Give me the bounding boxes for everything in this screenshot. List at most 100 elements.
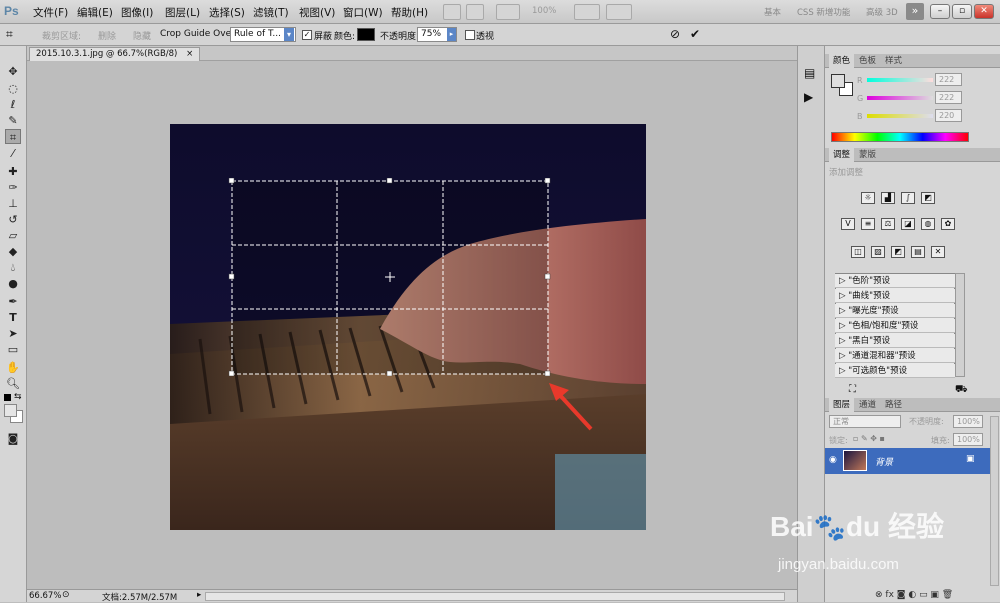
preset-curves[interactable]: ▷ "曲线"预设 (835, 289, 955, 303)
pen-tool-icon[interactable]: ✒ (5, 294, 21, 309)
menu-filter[interactable]: 滤镜(T) (253, 5, 289, 20)
invert-icon[interactable]: ◫ (851, 246, 865, 258)
layer-opacity-input[interactable]: 100% (953, 415, 983, 428)
layers-scrollbar[interactable] (990, 416, 999, 586)
layer-name[interactable]: 背景 (875, 455, 893, 468)
channel-g-input[interactable]: 222 (935, 91, 962, 104)
threshold-icon[interactable]: ◩ (891, 246, 905, 258)
tab-styles[interactable]: 样式 (881, 54, 906, 68)
screen-mode-button[interactable] (606, 4, 632, 20)
lock-icons[interactable]: ▫ ✎ ✥ ▪ (853, 434, 885, 443)
lasso-tool-icon[interactable]: ℓ (5, 97, 21, 112)
minimize-button[interactable]: – (930, 4, 950, 19)
menu-image[interactable]: 图像(I) (121, 5, 153, 20)
fill-input[interactable]: 100% (953, 433, 983, 446)
menu-window[interactable]: 窗口(W) (343, 5, 383, 20)
channel-r-input[interactable]: 222 (935, 73, 962, 86)
arrange-documents-button[interactable] (574, 4, 600, 20)
brush-tool-icon[interactable]: ✑ (5, 180, 21, 195)
menu-edit[interactable]: 编辑(E) (77, 5, 113, 20)
eyedropper-tool-icon[interactable]: ⁄ (5, 146, 21, 161)
commit-icon[interactable]: ✔ (690, 27, 700, 41)
levels-icon[interactable]: ▟ (881, 192, 895, 204)
blend-mode-select[interactable]: 正常 (829, 415, 901, 428)
crop-box[interactable] (228, 178, 552, 376)
menu-help[interactable]: 帮助(H) (391, 5, 428, 20)
tab-layers[interactable]: 图层 (829, 398, 855, 412)
tab-paths[interactable]: 路径 (881, 398, 906, 412)
color-spectrum[interactable] (831, 132, 969, 142)
shield-checkbox[interactable]: ✓ (302, 30, 312, 40)
cancel-icon[interactable]: ⊘ (670, 27, 680, 41)
menu-select[interactable]: 选择(S) (209, 5, 245, 20)
horizontal-scrollbar[interactable] (205, 592, 785, 601)
eraser-tool-icon[interactable]: ▱ (5, 228, 21, 243)
selective-color-icon[interactable]: ✕ (931, 246, 945, 258)
quick-select-tool-icon[interactable]: ✎ (5, 113, 21, 128)
zoom-tool-icon[interactable]: 🔍︎ (5, 376, 21, 391)
channel-b-slider[interactable] (867, 114, 933, 118)
channel-b-input[interactable]: 220 (935, 109, 962, 122)
history-panel-icon[interactable]: ▤ (804, 66, 815, 80)
quick-mask-icon[interactable]: ◙ (5, 431, 21, 446)
menu-layer[interactable]: 图层(L) (165, 5, 200, 20)
preset-scrollbar[interactable] (955, 273, 965, 377)
gradient-map-icon[interactable]: ▤ (911, 246, 925, 258)
workspace-essentials[interactable]: 基本 (764, 6, 781, 18)
minibridge-button[interactable] (466, 4, 484, 20)
guide-overlay-select[interactable]: Rule of T... ▾ (230, 27, 296, 42)
clip-icon[interactable]: ⛟ (955, 384, 968, 397)
hand-tool-icon[interactable]: ✋ (5, 360, 21, 375)
clone-stamp-icon[interactable]: ⊥ (5, 196, 21, 211)
restore-button[interactable]: ▫ (952, 4, 972, 19)
delete-radio[interactable]: 删除 (98, 29, 116, 42)
document-tab[interactable]: 2015.10.3.1.jpg @ 66.7%(RGB/8) × (29, 47, 201, 61)
preset-hue-saturation[interactable]: ▷ "色相/饱和度"预设 (835, 319, 955, 333)
workspace-new-in-cs5[interactable]: CSS 新增功能 (797, 6, 850, 18)
menu-view[interactable]: 视图(V) (299, 5, 335, 20)
marquee-tool-icon[interactable]: ◌ (5, 81, 21, 96)
posterize-icon[interactable]: ▨ (871, 246, 885, 258)
status-zoom[interactable]: 66.67% (29, 591, 61, 601)
paint-bucket-icon[interactable]: ◆ (5, 244, 21, 259)
tab-color[interactable]: 颜色 (829, 54, 855, 68)
move-tool-icon[interactable]: ✥ (5, 64, 21, 79)
layer-footer-icons[interactable]: ⊗ fx ◙ ◐ ▭ ▣ 🗑︎ (875, 590, 953, 600)
crop-tool-icon[interactable]: ⌗ (5, 129, 21, 144)
tab-masks[interactable]: 蒙版 (855, 148, 880, 162)
perspective-checkbox[interactable] (465, 30, 475, 40)
layer-row[interactable]: ◉ 背景 ▣ (825, 448, 990, 474)
exposure-icon[interactable]: ◩ (921, 192, 935, 204)
tab-adjustments[interactable]: 调整 (829, 148, 855, 162)
channel-r-slider[interactable] (867, 78, 933, 82)
zoom-level[interactable]: 100% (532, 6, 556, 16)
tab-channels[interactable]: 通道 (855, 398, 880, 412)
workspace-advanced-3d[interactable]: 高级 3D (866, 6, 898, 18)
blur-tool-icon[interactable]: 💧︎ (5, 260, 21, 275)
view-extras-button[interactable] (496, 4, 520, 20)
channel-mixer-icon[interactable]: ✿ (941, 218, 955, 230)
path-select-icon[interactable]: ➤ (5, 326, 21, 341)
black-white-icon[interactable]: ◪ (901, 218, 915, 230)
history-brush-icon[interactable]: ↺ (5, 212, 21, 227)
color-foreground[interactable] (831, 74, 845, 88)
dodge-tool-icon[interactable]: ● (5, 276, 21, 291)
preset-selective-color[interactable]: ▷ "可选颜色"预设 (835, 364, 955, 378)
shield-color-swatch[interactable] (357, 28, 375, 41)
adjustment-icon[interactable]: ⛶ (849, 384, 856, 395)
bridge-button[interactable] (443, 4, 461, 20)
foreground-color[interactable] (4, 404, 17, 417)
actions-panel-icon[interactable]: ▶ (804, 90, 813, 104)
opacity-input[interactable]: 75% ▸ (417, 27, 457, 42)
close-window-button[interactable]: ✕ (974, 4, 994, 19)
more-workspaces-button[interactable]: » (906, 3, 924, 20)
type-tool-icon[interactable]: T (5, 310, 21, 325)
color-balance-icon[interactable]: ⚖ (881, 218, 895, 230)
tab-swatches[interactable]: 色板 (855, 54, 880, 68)
preset-channel-mixer[interactable]: ▷ "通道混和器"预设 (835, 349, 955, 363)
healing-brush-icon[interactable]: ✚ (5, 164, 21, 179)
status-menu-arrow-icon[interactable]: ▸ (197, 590, 201, 600)
document-size[interactable]: 文档:2.57M/2.57M (102, 591, 177, 603)
shape-tool-icon[interactable]: ▭ (5, 342, 21, 357)
swap-colors-icon[interactable]: ⇆ (14, 392, 22, 402)
